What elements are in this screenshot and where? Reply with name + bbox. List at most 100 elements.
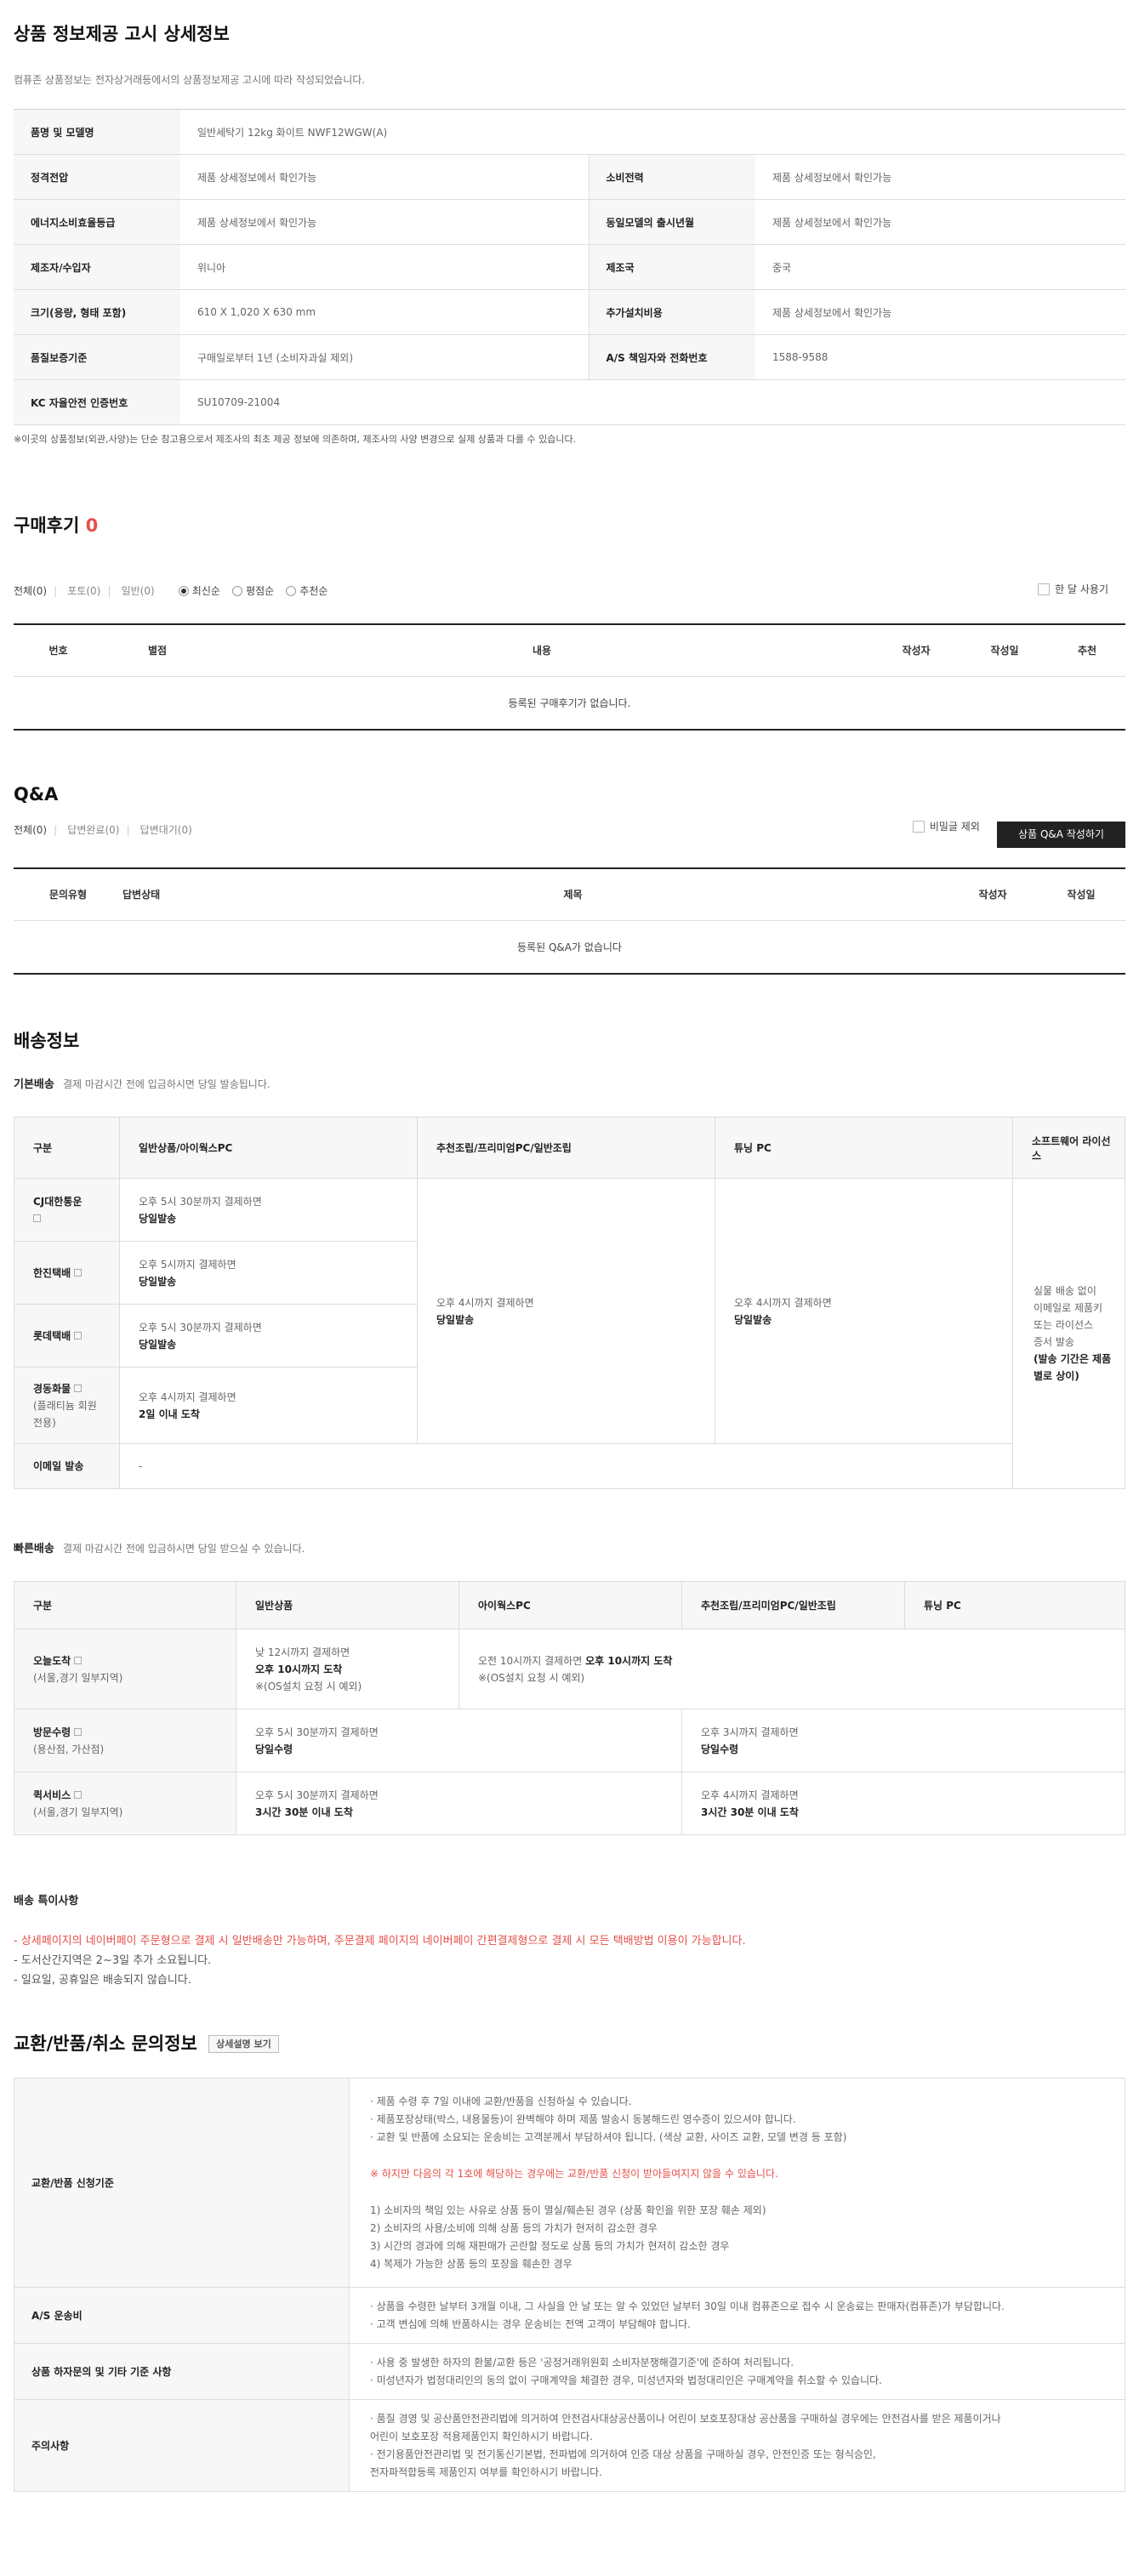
- info-label: 소비전력: [589, 154, 755, 200]
- cell-assembly: 오후 4시까지 결제하면 당일발송: [417, 1178, 715, 1444]
- info-icon[interactable]: [74, 1656, 83, 1664]
- qna-toolbar: 전체(0) | 답변완료(0) | 답변대기(0) 비밀글 제외 상품 Q&A 작성…: [14, 819, 1125, 848]
- sort-latest[interactable]: 최신순: [178, 585, 220, 597]
- cell-general: 오후 4시까지 결제하면 2일 이내 도착: [119, 1367, 418, 1444]
- sw-line: 이메일로 제품키: [1034, 1302, 1103, 1314]
- info-label: A/S 책임자와 전화번호: [589, 334, 755, 380]
- exchange-row-defect: 상품 하자문의 및 기타 기준 사항 · 사용 중 발생한 하자의 환불/교환 …: [14, 2343, 1125, 2400]
- text-line: · 고객 변심에 의해 반품하시는 경우 운송비는 전액 고객이 부담해야 합니…: [370, 2317, 691, 2330]
- info-value: 제품 상세정보에서 확인가능: [180, 154, 589, 200]
- cell-assembly: 오후 3시까지 결제하면당일수령: [681, 1709, 1125, 1772]
- radio-icon: [232, 586, 243, 596]
- info-row: 제조자/수입자 위니아 제조국 중국: [14, 244, 1125, 290]
- exchange-as-content: · 상품을 수령한 날부터 3개월 이내, 그 사실을 안 날 또는 알 수 있…: [349, 2287, 1125, 2344]
- info-value: 일반세탁기 12kg 화이트 NWF12WGW(A): [180, 109, 1125, 155]
- text-line: 어린이 보호포장 적용제품인지 확인하시기 바랍니다.: [370, 2430, 593, 2442]
- reviews-header-row: 번호 별점 내용 작성자 작성일 추천: [14, 624, 1125, 677]
- deadline-text: 오후 5시까지 결제하면: [139, 1258, 236, 1271]
- reviews-table: 번호 별점 내용 작성자 작성일 추천 등록된 구매후기가 없습니다.: [14, 623, 1125, 731]
- sw-line: 또는 라이선스: [1034, 1319, 1094, 1331]
- info-row-model: 품명 및 모델명 일반세탁기 12kg 화이트 NWF12WGW(A): [14, 109, 1125, 155]
- tab-qna-all[interactable]: 전체(0): [14, 824, 47, 836]
- info-icon[interactable]: [74, 1727, 83, 1736]
- tab-reviews-normal[interactable]: 일반(0): [122, 585, 155, 597]
- result-text: 2일 이내 도착: [139, 1407, 200, 1420]
- col-header: 내용: [212, 624, 872, 677]
- tab-qna-wait[interactable]: 답변대기(0): [140, 824, 192, 836]
- cell-others: 오전 10시까지 결제하면 오후 10시까지 도착 ※(OS설치 요청 시 예외): [458, 1629, 1125, 1709]
- carrier-row-email: 이메일 발송 -: [14, 1443, 1125, 1489]
- sw-line: 실물 배송 없이: [1034, 1285, 1096, 1297]
- fast-visit: 방문수령 (용산점, 가산점): [14, 1709, 236, 1772]
- deadline-text: 오후 5시 30분까지 결제하면: [255, 1788, 379, 1801]
- info-icon[interactable]: [74, 1384, 83, 1392]
- sort-rating[interactable]: 평점순: [232, 585, 274, 597]
- detail-button[interactable]: 상세설명 보기: [208, 2035, 279, 2053]
- radio-icon: [286, 586, 297, 596]
- tab-qna-done[interactable]: 답변완료(0): [67, 824, 119, 836]
- deadline-text: 오후 5시 30분까지 결제하면: [255, 1726, 379, 1738]
- info-icon[interactable]: [33, 1214, 41, 1222]
- method-sub: (용산점, 가산점): [33, 1743, 105, 1755]
- result-text: 당일수령: [701, 1743, 739, 1755]
- text-line: · 제품 수령 후 7일 이내에 교환/반품을 신청하실 수 있습니다.: [370, 2095, 632, 2107]
- col-header: 작성자: [948, 868, 1037, 921]
- special-red-note: - 상세페이지의 네이버페이 주문형으로 결제 시 일반배송만 가능하며, 주문…: [14, 1935, 746, 1948]
- sort-recommend[interactable]: 추천순: [286, 585, 327, 597]
- carrier-name: 경동화물: [33, 1382, 71, 1395]
- exchange-row-caution: 주의사항 · 품질 경영 및 공산품안전관리법에 의거하여 안전검사대상공산품이…: [14, 2399, 1125, 2492]
- deadline-text: 오후 4시까지 결제하면: [436, 1296, 534, 1309]
- carrier-name: 한진택배: [33, 1266, 71, 1279]
- info-icon[interactable]: [74, 1268, 83, 1277]
- write-qna-button[interactable]: 상품 Q&A 작성하기: [997, 822, 1125, 848]
- info-row: 에너지소비효율등급 제품 상세정보에서 확인가능 동일모델의 출시년월 제품 상…: [14, 199, 1125, 245]
- carrier-name: 롯데택배: [33, 1329, 71, 1342]
- info-icon[interactable]: [74, 1331, 83, 1339]
- cell-tuning: 오후 4시까지 결제하면 당일발송: [715, 1178, 1013, 1444]
- fast-header-row: 구분 일반상품 아이웍스PC 추천조립/프리미엄PC/일반조립 튜닝 PC: [14, 1581, 1125, 1629]
- exchange-label: A/S 운송비: [14, 2287, 350, 2344]
- exchange-label: 교환/반품 신청기준: [14, 2078, 350, 2288]
- col-header: 일반상품/아이웍스PC: [119, 1117, 418, 1179]
- info-value: 제품 상세정보에서 확인가능: [755, 199, 1125, 245]
- deadline-text: 오후 4시까지 결제하면: [701, 1788, 799, 1801]
- product-info-note: ※이곳의 상품정보(외관,사양)는 단순 참고용으로서 제조사의 최초 제공 정…: [14, 434, 577, 445]
- qna-actions: 비밀글 제외 상품 Q&A 작성하기: [912, 819, 1125, 848]
- deadline-text: 오후 3시까지 결제하면: [701, 1726, 799, 1738]
- exchange-apply-content: · 제품 수령 후 7일 이내에 교환/반품을 신청하실 수 있습니다. · 제…: [349, 2078, 1125, 2288]
- method-name: 방문수령: [33, 1726, 71, 1738]
- exchange-table: 교환/반품 신청기준 · 제품 수령 후 7일 이내에 교환/반품을 신청하실 …: [14, 2078, 1125, 2492]
- info-value: 1588-9588: [755, 334, 1125, 380]
- qna-header-row: 문의유형 답변상태 제목 작성자 작성일: [14, 868, 1125, 921]
- sort-latest-label: 최신순: [191, 585, 220, 597]
- exchange-title: 교환/반품/취소 문의정보 상세설명 보기: [14, 2030, 1125, 2056]
- fast-row-visit: 방문수령 (용산점, 가산점) 오후 5시 30분까지 결제하면 당일수령 오후 3…: [14, 1709, 1125, 1772]
- info-icon[interactable]: [74, 1790, 83, 1799]
- text-line: · 교환 및 반품에 소요되는 운송비는 고객분께서 부담하셔야 됩니다. (색…: [370, 2130, 847, 2143]
- col-header: 작성일: [1037, 868, 1125, 921]
- cell-general: 오후 5시 30분까지 결제하면 당일수령: [236, 1709, 682, 1772]
- secret-filter-label: 비밀글 제외: [929, 821, 980, 833]
- text-line: · 상품을 수령한 날부터 3개월 이내, 그 사실을 안 날 또는 알 수 있…: [370, 2300, 1005, 2312]
- sw-period: (발송 기간은 제품별로 상이): [1034, 1353, 1112, 1382]
- warning-line: ※ 하지만 다음의 각 1호에 해당하는 경우에는 교환/반품 신청이 받아들여…: [370, 2167, 778, 2180]
- col-header: 제목: [197, 868, 948, 921]
- info-value: 제품 상세정보에서 확인가능: [180, 199, 589, 245]
- month-review-label: 한 달 사용기: [1055, 583, 1108, 595]
- basic-delivery-desc: 결제 마감시간 전에 입금하시면 당일 발송됩니다.: [62, 1078, 271, 1090]
- text-line: 3) 시간의 경과에 의해 재판매가 곤란할 정도로 상품 등의 가치가 현저히…: [370, 2239, 730, 2252]
- cell-general: 오후 5시 30분까지 결제하면 당일발송: [119, 1178, 418, 1242]
- col-header: 번호: [14, 624, 103, 677]
- reviews-count: 0: [85, 515, 99, 536]
- tab-reviews-photo[interactable]: 포토(0): [67, 585, 100, 597]
- month-review-filter[interactable]: 한 달 사용기: [1038, 582, 1108, 596]
- info-value: SU10709-21004: [180, 379, 1125, 425]
- info-label: 제조자/수입자: [14, 244, 180, 290]
- secret-filter[interactable]: 비밀글 제외: [912, 821, 980, 833]
- info-value: 610 X 1,020 X 630 mm: [180, 289, 589, 335]
- fast-delivery-table: 구분 일반상품 아이웍스PC 추천조립/프리미엄PC/일반조립 튜닝 PC 오늘…: [14, 1581, 1125, 1835]
- info-value: 중국: [755, 244, 1125, 290]
- special-note: - 일요일, 공휴일은 배송되지 않습니다.: [14, 1974, 191, 1987]
- info-label: 에너지소비효율등급: [14, 199, 180, 245]
- tab-reviews-all[interactable]: 전체(0): [14, 585, 47, 597]
